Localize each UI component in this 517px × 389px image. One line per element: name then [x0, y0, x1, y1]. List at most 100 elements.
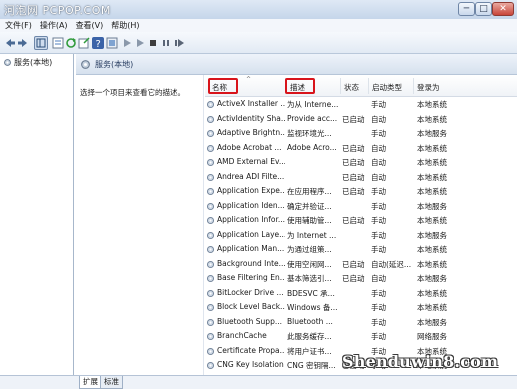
- cell-startup-type: 自动: [371, 114, 386, 124]
- table-row[interactable]: AMD External Ev... 已启动 自动 本地系统: [205, 155, 517, 170]
- column-header-logon-as[interactable]: 登录为: [417, 82, 440, 93]
- menu-view[interactable]: 查看(V): [76, 19, 104, 32]
- cell-description: CNG 密钥隔...: [287, 361, 336, 370]
- refresh-icon[interactable]: [65, 37, 77, 49]
- menu-bar: 文件(F) 操作(A) 查看(V) 帮助(H): [0, 19, 517, 32]
- cell-logon-as: 本地系统: [417, 143, 447, 153]
- cell-logon-as: 本地系统: [417, 303, 447, 312]
- table-row[interactable]: ActivIdentity Sha... Provide acc... 已启动 自动 本…: [205, 112, 517, 127]
- cell-name: BranchCache: [217, 331, 267, 340]
- back-arrow-icon[interactable]: [4, 37, 16, 49]
- cell-startup-type: 手动: [371, 332, 386, 341]
- play-icon[interactable]: [121, 37, 133, 49]
- description-prompt: 选择一个项目来查看它的描述。: [80, 88, 185, 97]
- cell-status: 已启动: [342, 259, 365, 269]
- tree-item-services-local[interactable]: 服务(本地): [3, 57, 52, 68]
- menu-help[interactable]: 帮助(H): [111, 19, 139, 32]
- cell-description: BDESVC 承...: [287, 288, 335, 298]
- table-row[interactable]: Adobe Acrobat ... Adobe Acro... 已启动 自动 本地系统: [205, 141, 517, 156]
- cell-logon-as: 本地系统: [417, 158, 447, 167]
- menu-action[interactable]: 操作(A): [40, 19, 68, 32]
- cell-logon-as: 本地系统: [417, 245, 447, 254]
- table-row[interactable]: BitLocker Drive ... BDESVC 承... 手动 本地系统: [205, 286, 517, 301]
- table-row[interactable]: Application Iden... 确定并验证... 手动 本地服务: [205, 199, 517, 214]
- menu-file[interactable]: 文件(F): [5, 19, 32, 32]
- table-row[interactable]: Adaptive Brightn... 监视环境光... 手动 本地服务: [205, 126, 517, 141]
- highlight-box-name: [208, 78, 238, 94]
- service-gear-icon: [206, 318, 215, 327]
- services-list: ActiveX Installer ... 为从 Interne... 手动 本地系统…: [205, 97, 517, 373]
- cell-name: ActivIdentity Sha...: [217, 113, 285, 123]
- cell-logon-as: 本地服务: [417, 317, 447, 327]
- watermark-logo-text: 河泡网 PCPOP.COM: [4, 4, 111, 17]
- table-row[interactable]: Block Level Back... Windows 备... 手动 本地系统: [205, 300, 517, 315]
- service-gear-icon: [206, 216, 215, 225]
- column-separator[interactable]: [368, 78, 369, 94]
- maximize-button[interactable]: □: [475, 2, 492, 16]
- cell-description: 在应用程序...: [287, 187, 332, 196]
- table-row[interactable]: Application Man... 为通过组策... 手动 本地系统: [205, 242, 517, 257]
- table-row[interactable]: Andrea ADI Filte... 已启动 自动 本地系统: [205, 170, 517, 185]
- cell-startup-type: 自动: [371, 158, 386, 167]
- table-row[interactable]: Application Expe... 在应用程序... 已启动 手动 本地系统: [205, 184, 517, 199]
- cell-startup-type: 手动: [371, 201, 386, 211]
- cell-name: BitLocker Drive ...: [217, 287, 284, 297]
- close-icon: ✕: [499, 4, 507, 14]
- cell-description: 为从 Interne...: [287, 100, 339, 109]
- cell-name: Background Inte...: [217, 258, 285, 268]
- tab-standard[interactable]: 标准: [100, 376, 123, 389]
- pane-header: 服务(本地): [76, 54, 517, 75]
- column-header-status[interactable]: 状态: [344, 82, 359, 93]
- pause-icon[interactable]: [160, 37, 172, 49]
- table-row[interactable]: Background Inte... 使用空闲网... 已启动 自动(延迟... 本地系…: [205, 257, 517, 272]
- table-row[interactable]: Application Laye... 为 Internet ... 手动 本地服务: [205, 228, 517, 243]
- service-gear-icon: [206, 361, 215, 370]
- play-alt-icon[interactable]: [134, 37, 146, 49]
- cell-logon-as: 本地服务: [417, 274, 447, 283]
- minimize-button[interactable]: ─: [458, 2, 475, 16]
- cell-name: Application Infor...: [217, 215, 285, 224]
- cell-name: Bluetooth Supp...: [217, 316, 282, 326]
- cell-startup-type: 手动: [371, 216, 386, 225]
- table-row[interactable]: Bluetooth Supp... Bluetooth ... 手动 本地服务: [205, 315, 517, 330]
- cell-name: AMD External Ev...: [217, 157, 285, 166]
- pane-title: 服务(本地): [95, 59, 134, 69]
- cell-name: Application Man...: [217, 244, 285, 253]
- column-separator[interactable]: [413, 78, 414, 94]
- cell-description: 确定并验证...: [287, 201, 332, 211]
- service-gear-icon: [206, 274, 215, 283]
- panel-icon[interactable]: [106, 37, 118, 49]
- column-separator[interactable]: [340, 78, 341, 94]
- cell-name: ActiveX Installer ...: [217, 99, 285, 108]
- service-gear-icon: [206, 202, 215, 211]
- cell-status: 已启动: [342, 114, 365, 124]
- cell-logon-as: 网络服务: [417, 332, 447, 341]
- table-row[interactable]: Base Filtering En... 基本筛选引... 已启动 自动 本地服务: [205, 271, 517, 286]
- stop-icon[interactable]: [147, 37, 159, 49]
- service-gear-icon: [206, 100, 215, 109]
- cell-name: Adobe Acrobat ...: [217, 142, 282, 152]
- service-gear-icon: [206, 144, 215, 153]
- service-gear-icon: [206, 303, 215, 312]
- site-watermark: Shenduwin8.com: [342, 352, 499, 371]
- highlight-box-description: [285, 78, 315, 94]
- column-header-startup-type[interactable]: 启动类型: [372, 82, 402, 93]
- close-button[interactable]: ✕: [492, 2, 514, 16]
- table-row[interactable]: ActiveX Installer ... 为从 Interne... 手动 本地系统: [205, 97, 517, 112]
- cell-logon-as: 本地系统: [417, 216, 447, 225]
- console-tree-icon[interactable]: [34, 36, 48, 50]
- cell-startup-type: 手动: [371, 230, 386, 240]
- tab-extended[interactable]: 扩展: [79, 376, 102, 389]
- help-icon[interactable]: ?: [92, 37, 104, 49]
- export-icon[interactable]: [78, 37, 90, 49]
- cell-logon-as: 本地服务: [417, 201, 447, 211]
- restart-icon[interactable]: [173, 37, 185, 49]
- properties-icon[interactable]: [52, 37, 64, 49]
- table-row[interactable]: Application Infor... 使用辅助管... 已启动 手动 本地系统: [205, 213, 517, 228]
- service-gear-icon: [206, 289, 215, 298]
- view-tabs-bar: 扩展 标准: [0, 375, 517, 389]
- table-row[interactable]: BranchCache 此服务缓存... 手动 网络服务: [205, 329, 517, 344]
- cell-name: Application Iden...: [217, 200, 285, 210]
- cell-status: 已启动: [342, 187, 365, 196]
- forward-arrow-icon[interactable]: [17, 37, 29, 49]
